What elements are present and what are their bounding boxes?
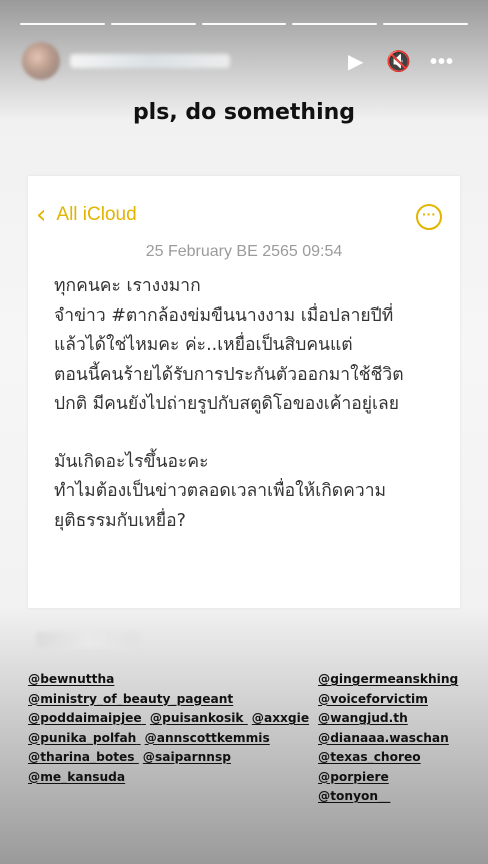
mentions-left: @bewnuttha @ministry_of_beauty_pageant @… [28,670,309,787]
mention-tag[interactable]: @tonyon__ [318,787,458,807]
mention-tag[interactable]: @ministry_of_beauty_pageant [28,692,233,706]
mention-tag[interactable]: @puisankosik [150,711,244,725]
mention-tag[interactable]: @texas_choreo [318,748,458,768]
mention-row: @poddaimaipjee @puisankosik @axxgie [28,709,309,729]
story-header: ▶ 🔇 ••• [20,40,468,86]
avatar[interactable] [22,42,60,80]
note-line: ทำไมต้องเป็นข่าวตลอดเวลาเพื่อให้เกิดความ [54,481,387,501]
progress-segment [20,23,105,25]
mention-tag[interactable]: @punika_polfah [28,731,136,745]
mention-row: @me_kansuda [28,768,309,788]
note-line: ปกติ มีคนยังไปถ่ายรูปกับสตูดิโอของเค้าอย… [54,394,400,414]
mentions-right: @gingermeanskhing @voiceforvictim @wangj… [318,670,458,807]
mention-tag[interactable]: @bewnuttha [28,672,114,686]
mention-tag[interactable]: @wangjud.th [318,709,458,729]
note-line: จำข่าว #ตากล้องข่มขืนนางงาม เมื่อปลายปีท… [54,305,394,326]
progress-segment [292,23,378,25]
note-line: ยุติธรรมกับเหยื่อ? [54,510,186,531]
play-icon[interactable]: ▶ [348,50,363,74]
more-options-icon[interactable]: ••• [430,50,454,74]
mention-row: @ministry_of_beauty_pageant [28,690,309,710]
back-button: ‹ All iCloud [36,200,137,230]
mention-tag[interactable]: @tharina_botes [28,750,135,764]
chevron-left-icon: ‹ [36,200,47,230]
note-line: แล้วได้ใช่ไหมคะ ค่ะ..เหยื่อเป็นสิบคนแต่ [54,335,353,355]
notes-screenshot: ‹ All iCloud ··· 25 February BE 2565 09:… [28,176,460,608]
story-progress-bar [20,23,468,25]
progress-segment [201,23,287,25]
mention-row: @tharina_botes @saiparnnsp [28,748,309,768]
back-label: All iCloud [56,204,137,225]
ellipsis-circle-icon: ··· [416,204,442,230]
note-line: ทุกคนคะ เรางงมาก [54,276,201,296]
mute-icon[interactable]: 🔇 [386,50,411,74]
mention-tag[interactable]: @gingermeanskhing [318,670,458,690]
note-body: ทุกคนคะ เรางงมาก จำข่าว #ตากล้องข่มขืนนา… [54,272,446,536]
mention-row: @bewnuttha [28,670,309,690]
mention-tag[interactable]: @me_kansuda [28,770,125,784]
username-blurred[interactable] [70,54,230,68]
mention-tag[interactable]: @saiparnnsp [143,750,231,764]
story-headline: pls, do something [132,100,356,125]
mention-tag[interactable]: @dianaaa.waschan [318,729,458,749]
mention-row: @punika_polfah @annscottkemmis [28,729,309,749]
mention-tag[interactable]: @porpiere [318,768,458,788]
mention-tag[interactable]: @poddaimaipjee [28,711,142,725]
progress-segment [383,23,468,25]
mention-tag[interactable]: @annscottkemmis [145,731,270,745]
mention-tag[interactable]: @voiceforvictim [318,690,458,710]
note-line: ตอนนี้คนร้ายได้รับการประกันตัวออกมาใช้ชี… [54,364,404,385]
progress-segment [110,23,196,25]
note-line: มันเกิดอะไรขึ้นอะคะ [54,451,209,472]
note-date: 25 February BE 2565 09:54 [145,243,343,260]
mention-tag[interactable]: @axxgie [252,711,309,725]
blurred-mention [36,632,140,648]
